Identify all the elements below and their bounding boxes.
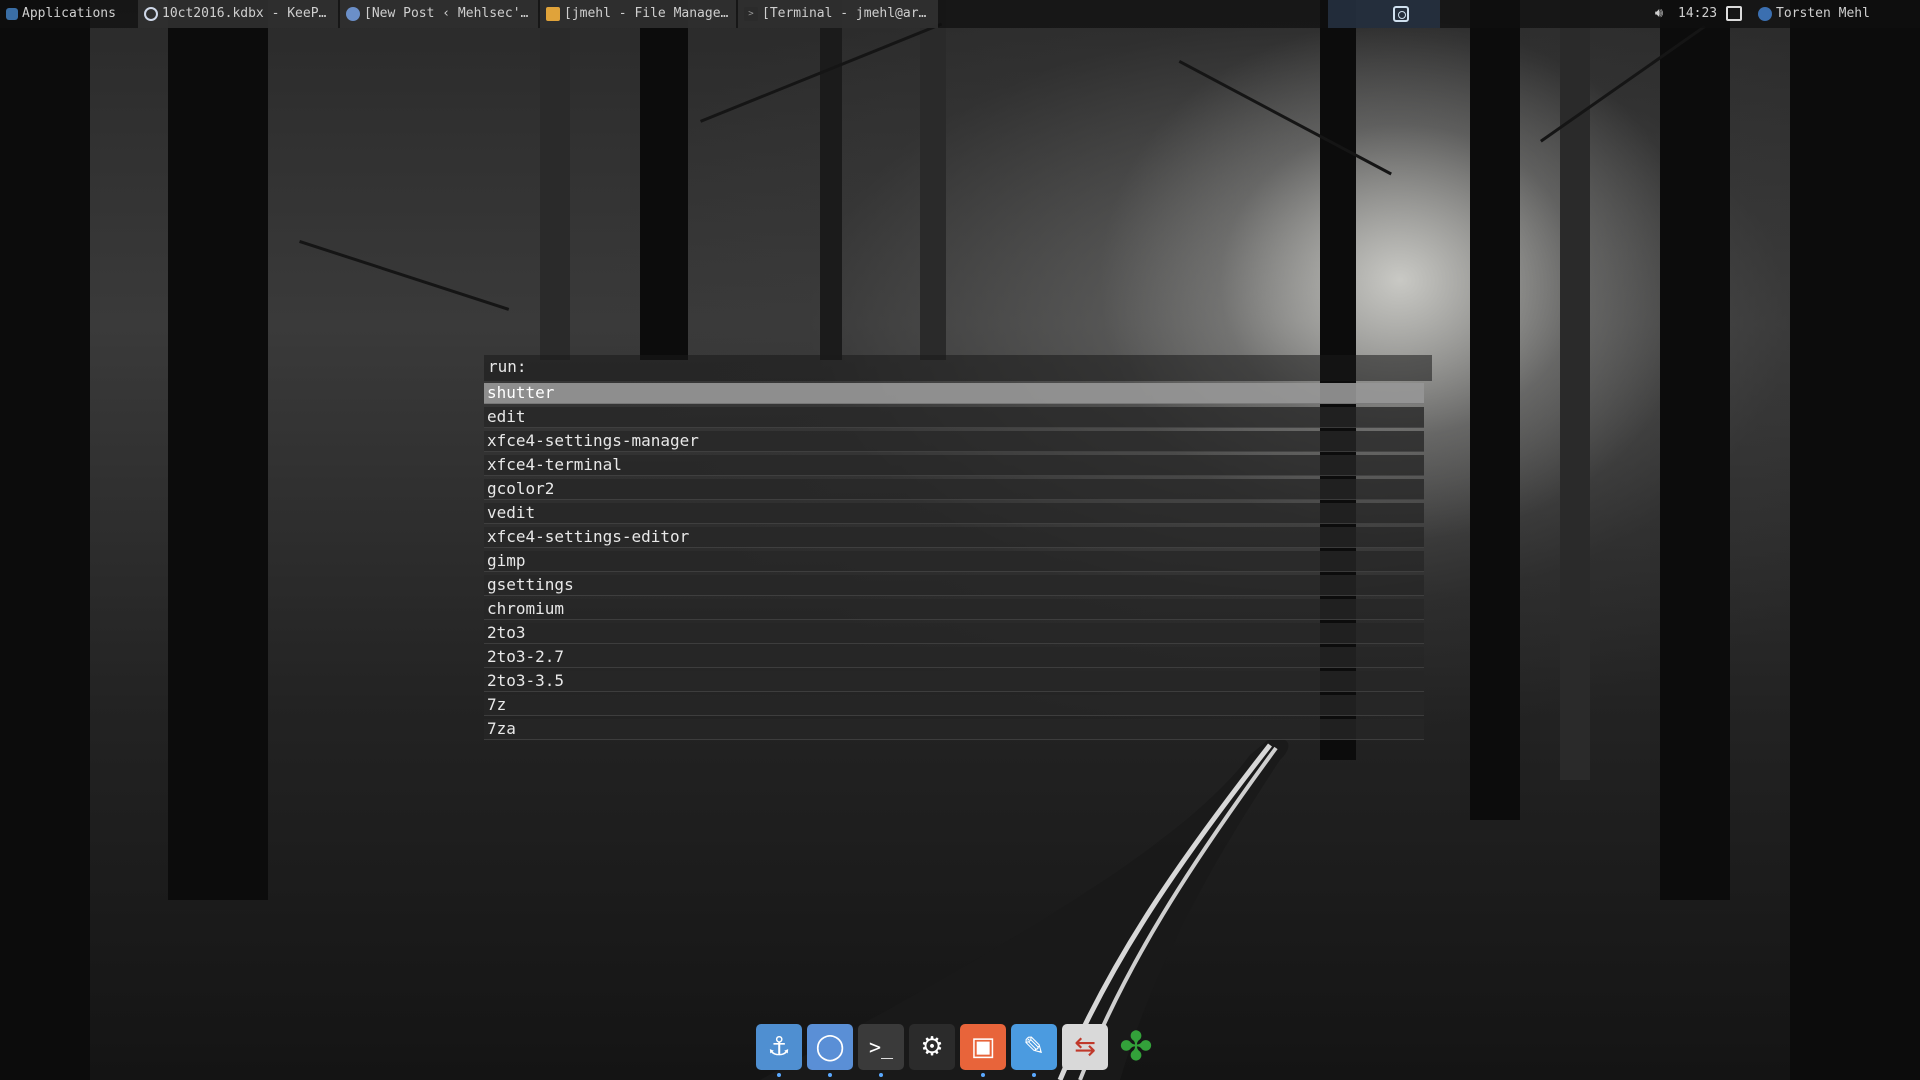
steam-icon[interactable]: ⚙ (909, 1024, 955, 1070)
command-item[interactable]: 2to3 (484, 623, 1424, 644)
task-label: [jmehl - File Manage… (564, 6, 729, 21)
taskbar-terminal[interactable]: > [Terminal - jmehl@ar… (738, 0, 938, 28)
run-bar: run: (484, 355, 1432, 381)
command-item[interactable]: xfce4-terminal (484, 455, 1424, 476)
command-item[interactable]: 7z (484, 695, 1424, 716)
terminal-icon[interactable]: >_ (858, 1024, 904, 1077)
applications-menu[interactable]: Applications (4, 0, 126, 28)
top-panel: Applications 10ct2016.kdbx - KeeP… [New … (0, 0, 1920, 28)
notification-icon[interactable] (1726, 0, 1746, 28)
task-label: [Terminal - jmehl@ar… (762, 6, 927, 21)
run-input[interactable] (534, 355, 1414, 381)
command-item[interactable]: 2to3-2.7 (484, 647, 1424, 668)
command-item[interactable]: gimp (484, 551, 1424, 572)
run-launcher: run: shutter edit xfce4-settings-manager xf… (484, 355, 1432, 740)
archive-icon[interactable]: ▣ (960, 1024, 1006, 1077)
applications-label: Applications (22, 6, 116, 21)
run-prompt-label: run: (488, 357, 527, 376)
task-label: [New Post ‹ Mehlsec'… (364, 6, 529, 21)
running-indicator (828, 1073, 832, 1077)
command-item[interactable]: 7za (484, 719, 1424, 740)
system-tray (1328, 0, 1440, 28)
command-item[interactable]: edit (484, 407, 1424, 428)
command-item[interactable]: gcolor2 (484, 479, 1424, 500)
command-item[interactable]: chromium (484, 599, 1424, 620)
chromium-small-icon (346, 6, 360, 21)
taskbar-browser[interactable]: [New Post ‹ Mehlsec'… (340, 0, 538, 28)
running-indicator (777, 1073, 781, 1077)
user-menu[interactable]: Torsten Mehl (1752, 0, 1920, 28)
settings-icon[interactable]: ✎ (1011, 1024, 1057, 1077)
user-name: Torsten Mehl (1776, 6, 1870, 21)
xfce-logo-icon (6, 7, 18, 20)
keepass-icon (144, 6, 158, 21)
home-folder-icon (546, 6, 560, 21)
user-avatar-icon (1758, 6, 1772, 21)
taskbar-file-manager[interactable]: [jmehl - File Manage… (540, 0, 736, 28)
running-indicator (1032, 1073, 1036, 1077)
screenshot-tray-icon[interactable] (1393, 6, 1409, 22)
clover-icon[interactable]: ✤ (1113, 1024, 1159, 1070)
command-item[interactable]: 2to3-3.5 (484, 671, 1424, 692)
command-item[interactable]: xfce4-settings-editor (484, 527, 1424, 548)
taskbar-keepass[interactable]: 10ct2016.kdbx - KeeP… (138, 0, 338, 28)
running-indicator (879, 1073, 883, 1077)
anchor-icon[interactable]: ⚓ (756, 1024, 802, 1077)
terminal-small-icon: > (744, 6, 758, 21)
toggle-icon[interactable]: ⇆ (1062, 1024, 1108, 1070)
command-item[interactable]: shutter (484, 383, 1424, 404)
task-label: 10ct2016.kdbx - KeeP… (162, 6, 327, 21)
command-item[interactable]: vedit (484, 503, 1424, 524)
command-list: shutter edit xfce4-settings-manager xfce4-t… (484, 383, 1424, 743)
running-indicator (981, 1073, 985, 1077)
volume-icon[interactable]: 🔊︎ (1648, 0, 1670, 28)
command-item[interactable]: gsettings (484, 575, 1424, 596)
clock[interactable]: 14:23 (1678, 0, 1722, 28)
command-item[interactable]: xfce4-settings-manager (484, 431, 1424, 452)
chromium-icon[interactable]: ◯ (807, 1024, 853, 1077)
